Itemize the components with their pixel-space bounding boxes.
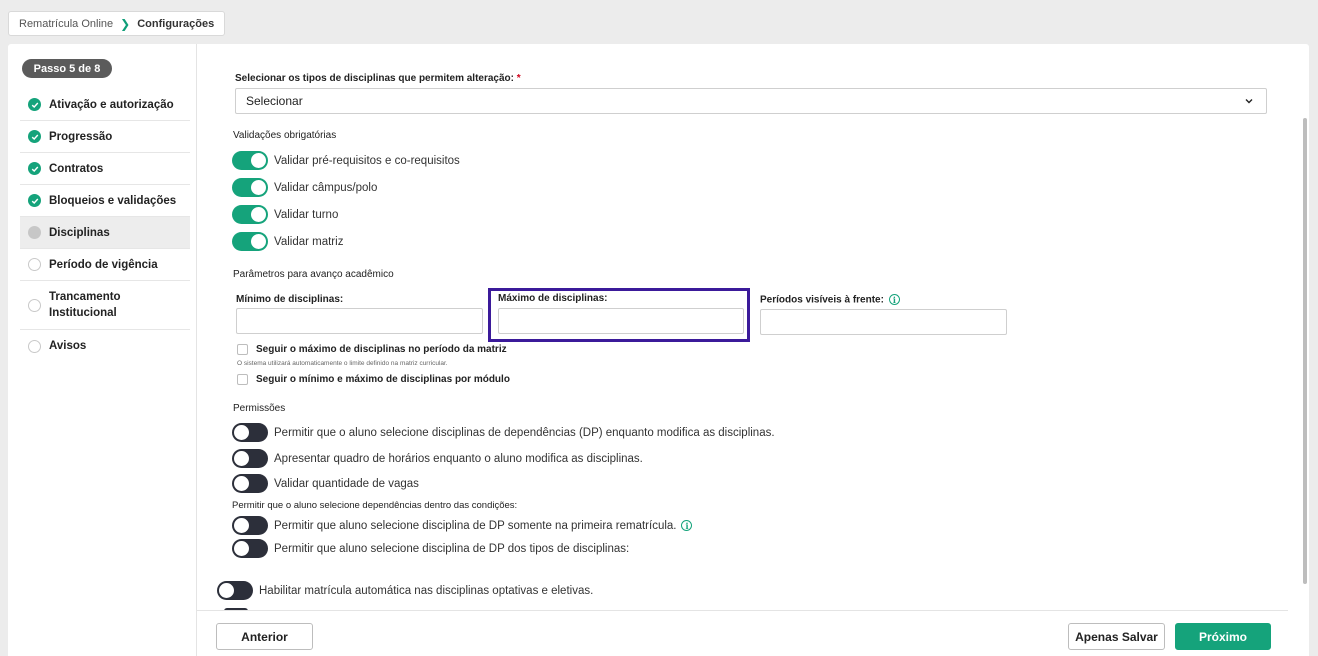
visible-periods-input[interactable] [760,309,1007,335]
back-button[interactable]: Anterior [216,623,313,650]
follow-max-hint: O sistema utilizará automaticamente o li… [237,360,448,367]
validation-toggle-matrix[interactable]: Validar matriz [232,232,343,251]
step-item-validity-period[interactable]: Período de vigência [20,249,190,281]
current-step-icon [28,226,41,239]
step-item-contracts[interactable]: Contratos [20,153,190,185]
validation-toggle-prerequisites[interactable]: Validar pré-requisitos e co-requisitos [232,151,460,170]
toggle-switch[interactable] [232,423,268,442]
toggle-label: Permitir que o aluno selecione disciplin… [274,426,775,439]
breadcrumb-parent-link[interactable]: Rematrícula Online [19,18,113,30]
max-disciplines-label: Máximo de disciplinas: [498,293,608,304]
step-label: Avisos [49,340,87,352]
checkbox-label: Seguir o mínimo e máximo de disciplinas … [256,374,510,385]
step-item-progression[interactable]: Progressão [20,121,190,153]
toggle-switch[interactable] [232,449,268,468]
form-content: Selecionar os tipos de disciplinas que p… [197,44,1288,656]
checkbox-label: Seguir o máximo de disciplinas no períod… [256,344,507,355]
toggle-label: Validar quantidade de vagas [274,477,419,490]
academic-params-title: Parâmetros para avanço acadêmico [233,269,394,280]
settings-card: Passo 5 de 8 Ativação e autorização Prog… [8,44,1309,656]
step-badge: Passo 5 de 8 [22,59,112,78]
min-disciplines-input[interactable] [236,308,483,334]
step-label: Contratos [49,162,104,175]
validation-toggle-campus[interactable]: Validar câmpus/polo [232,178,377,197]
step-label: Bloqueios e validações [49,194,177,207]
toggle-label: Validar câmpus/polo [274,181,378,194]
permission-toggle-dp-select[interactable]: Permitir que o aluno selecione disciplin… [232,423,775,442]
select-value: Selecionar [246,94,303,108]
toggle-label: Validar turno [274,208,339,221]
discipline-types-label: Selecionar os tipos de disciplinas que p… [235,73,521,84]
breadcrumb: Rematrícula Online ❯ Configurações [8,11,225,36]
toggle-label: Apresentar quadro de horários enquanto o… [274,452,643,465]
toggle-switch[interactable] [232,232,268,251]
breadcrumb-current: Configurações [137,17,215,30]
step-label: Trancamento Institucional [49,291,121,319]
check-circle-icon [28,130,41,143]
info-icon[interactable]: i [888,294,900,305]
toggle-switch[interactable] [232,516,268,535]
toggle-label: Permitir que aluno selecione disciplina … [274,542,630,555]
toggle-switch[interactable] [232,205,268,224]
discipline-types-select[interactable]: Selecionar [235,88,1267,114]
form-footer: Anterior Apenas Salvar Próximo [197,610,1288,656]
max-disciplines-input[interactable] [498,308,744,334]
step-item-activation[interactable]: Ativação e autorização [20,89,190,121]
toggle-switch[interactable] [217,581,253,600]
chevron-down-icon [1245,99,1253,104]
save-only-button[interactable]: Apenas Salvar [1068,623,1165,650]
step-item-notices[interactable]: Avisos [20,330,190,362]
vertical-scrollbar[interactable] [1301,56,1309,656]
follow-max-checkbox-row[interactable]: Seguir o máximo de disciplinas no períod… [237,344,507,355]
step-label: Ativação e autorização [49,98,174,111]
toggle-switch[interactable] [232,474,268,493]
step-item-blocks[interactable]: Bloqueios e validações [20,185,190,217]
step-label: Período de vigência [49,258,158,271]
follow-module-checkbox-row[interactable]: Seguir o mínimo e máximo de disciplinas … [237,374,510,385]
check-circle-icon [28,194,41,207]
conditions-title: Permitir que o aluno selecione dependênc… [232,500,518,511]
validations-title: Validações obrigatórias [233,130,337,141]
step-item-disciplines[interactable]: Disciplinas [20,217,190,249]
pending-step-icon [28,298,41,312]
permissions-title: Permissões [233,403,286,414]
step-label: Progressão [49,130,113,143]
steps-list: Ativação e autorização Progressão Contra… [20,89,190,362]
condition-toggle-discipline-types[interactable]: Permitir que aluno selecione disciplina … [232,539,629,558]
check-circle-icon [28,162,41,175]
chevron-right-icon: ❯ [120,16,131,31]
step-item-institutional-lock[interactable]: Trancamento Institucional [20,281,190,330]
pending-step-icon [28,339,41,353]
toggle-switch[interactable] [232,151,268,170]
check-circle-icon [28,98,41,111]
toggle-label: Validar matriz [274,235,344,248]
next-button[interactable]: Próximo [1175,623,1271,650]
min-disciplines-label: Mínimo de disciplinas: [236,294,344,305]
visible-periods-label: Períodos visíveis à frente: i [760,294,900,306]
toggle-switch[interactable] [232,539,268,558]
permission-toggle-schedule[interactable]: Apresentar quadro de horários enquanto o… [232,449,643,468]
toggle-label: Permitir que aluno selecione disciplina … [274,519,677,532]
step-label: Disciplinas [49,226,110,239]
validation-toggle-shift[interactable]: Validar turno [232,205,338,224]
info-icon[interactable]: i [681,520,693,531]
toggle-label: Habilitar matrícula automática nas disci… [259,584,594,597]
toggle-label: Validar pré-requisitos e co-requisitos [274,154,460,167]
steps-sidebar: Passo 5 de 8 Ativação e autorização Prog… [8,44,197,656]
toggle-switch[interactable] [232,178,268,197]
permission-toggle-vacancies[interactable]: Validar quantidade de vagas [232,474,419,493]
auto-enroll-toggle-row[interactable]: Habilitar matrícula automática nas disci… [217,581,593,600]
pending-step-icon [28,258,41,271]
condition-toggle-first-reenroll[interactable]: Permitir que aluno selecione disciplina … [232,516,693,535]
follow-max-checkbox[interactable] [237,344,248,355]
scrollbar-thumb[interactable] [1303,118,1307,584]
follow-module-checkbox[interactable] [237,374,248,385]
